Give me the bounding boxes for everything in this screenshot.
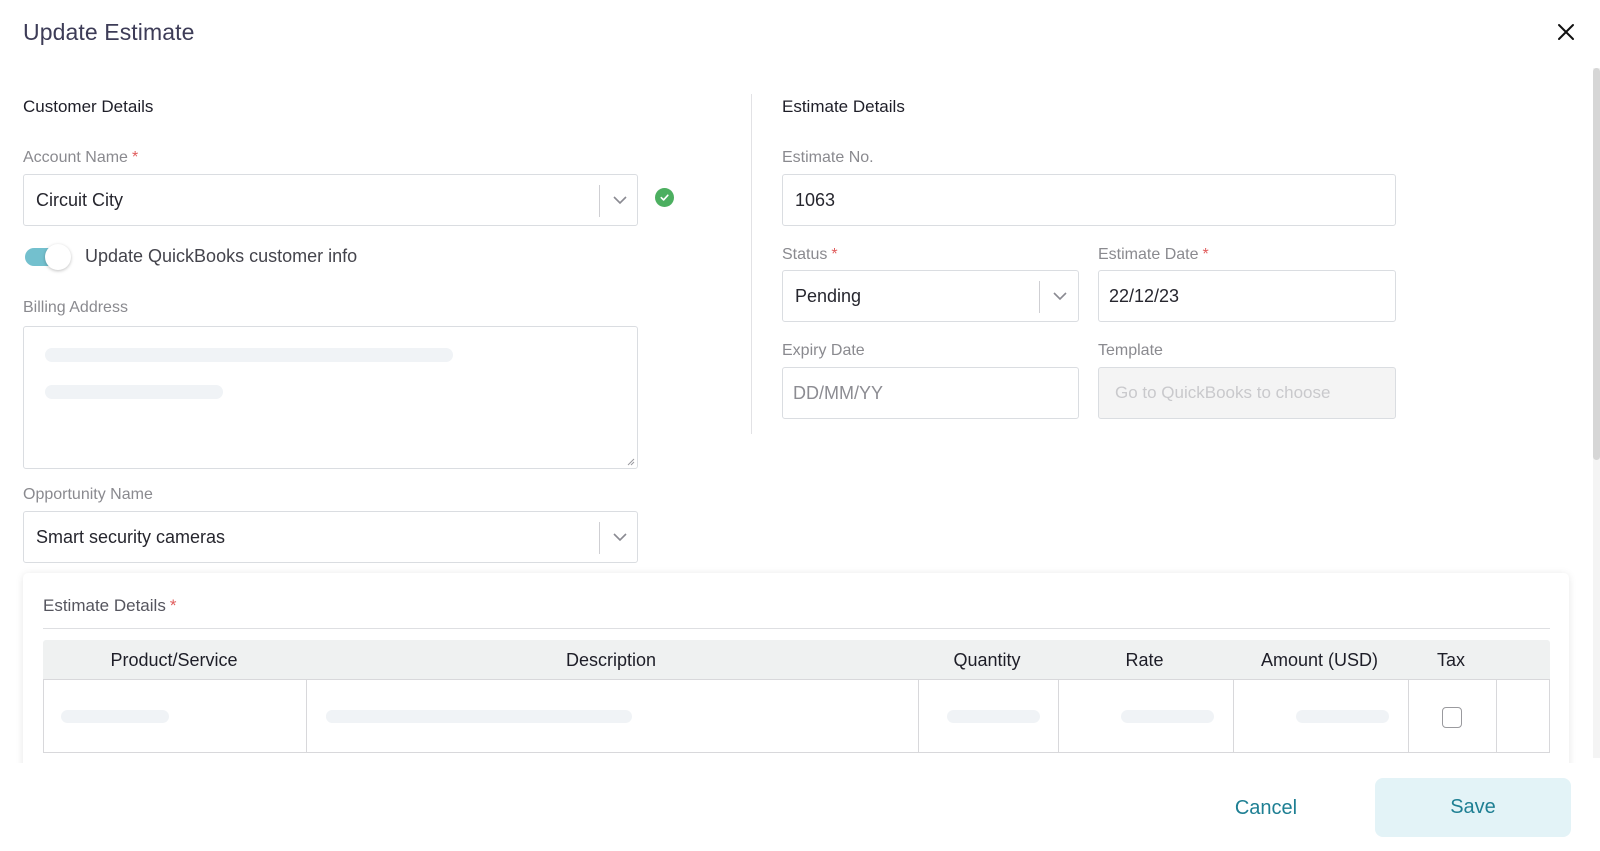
status-select[interactable]: Pending xyxy=(782,270,1079,322)
update-quickbooks-toggle[interactable] xyxy=(25,244,71,270)
close-icon xyxy=(1558,24,1574,40)
dialog-title: Update Estimate xyxy=(23,19,195,45)
tax-checkbox[interactable] xyxy=(1442,707,1462,728)
customer-details-heading: Customer Details xyxy=(23,97,154,116)
table-header: Product/Service Description Quantity Rat… xyxy=(43,640,1550,680)
expiry-date-label: Expiry Date xyxy=(782,342,865,359)
template-placeholder: Go to QuickBooks to choose xyxy=(1115,383,1331,402)
cancel-button[interactable]: Cancel xyxy=(1196,780,1336,836)
column-header-tax: Tax xyxy=(1436,650,1465,670)
save-button[interactable]: Save xyxy=(1375,778,1571,837)
required-mark: * xyxy=(131,149,139,166)
line-items-title: Estimate Details * xyxy=(43,596,177,615)
estimate-no-input[interactable]: 1063 xyxy=(782,174,1396,226)
quantity-cell-skeleton[interactable] xyxy=(947,710,1040,723)
template-input: Go to QuickBooks to choose xyxy=(1098,367,1396,419)
dialog-footer xyxy=(0,763,1592,851)
table-row xyxy=(43,680,1550,753)
account-name-select[interactable]: Circuit City xyxy=(23,174,638,226)
opportunity-name-value: Smart security cameras xyxy=(36,526,226,547)
billing-address-label: Billing Address xyxy=(23,299,128,316)
estimate-date-input[interactable]: 22/12/23 xyxy=(1098,270,1396,322)
column-header-description: Description xyxy=(565,650,657,670)
cell-divider xyxy=(306,680,307,753)
check-circle-icon xyxy=(655,188,674,207)
column-header-product: Product/Service xyxy=(110,650,238,670)
estimate-no-value: 1063 xyxy=(795,189,836,210)
update-quickbooks-label: Update QuickBooks customer info xyxy=(85,246,358,266)
estimate-date-label: Estimate Date * xyxy=(1098,246,1209,263)
loading-skeleton xyxy=(45,348,453,362)
expiry-date-placeholder: DD/MM/YY xyxy=(793,382,883,403)
rate-cell-skeleton[interactable] xyxy=(1121,710,1214,723)
estimate-details-heading: Estimate Details xyxy=(782,97,905,116)
column-header-amount: Amount (USD) xyxy=(1260,650,1379,670)
required-mark: * xyxy=(169,596,177,615)
estimate-line-items-card: Estimate Details * Product/Service Descri… xyxy=(23,573,1569,773)
opportunity-name-label: Opportunity Name xyxy=(23,486,153,503)
resize-grip-icon[interactable] xyxy=(627,458,635,466)
expiry-date-input[interactable]: DD/MM/YY xyxy=(782,367,1079,419)
required-mark: * xyxy=(831,246,838,263)
column-divider xyxy=(751,94,752,434)
chevron-down-icon[interactable] xyxy=(609,526,631,548)
required-mark: * xyxy=(1202,246,1209,263)
estimate-no-label: Estimate No. xyxy=(782,149,874,166)
opportunity-name-select[interactable]: Smart security cameras xyxy=(23,511,638,563)
account-name-label: Account Name * xyxy=(23,149,139,166)
chevron-down-icon[interactable] xyxy=(609,189,631,211)
loading-skeleton xyxy=(45,385,223,399)
toggle-knob xyxy=(45,244,71,270)
billing-address-textarea[interactable] xyxy=(23,326,638,469)
close-button[interactable] xyxy=(1556,22,1576,42)
column-header-quantity: Quantity xyxy=(953,650,1021,670)
cell-divider xyxy=(1408,680,1409,753)
cell-divider xyxy=(1058,680,1059,753)
description-cell-skeleton[interactable] xyxy=(326,710,632,723)
column-header-rate: Rate xyxy=(1125,650,1164,670)
template-label: Template xyxy=(1098,342,1163,359)
scrollbar-thumb[interactable] xyxy=(1593,68,1600,460)
select-divider xyxy=(599,185,600,217)
account-name-value: Circuit City xyxy=(36,189,124,210)
product-cell-skeleton[interactable] xyxy=(61,710,169,723)
status-label: Status * xyxy=(782,246,838,263)
chevron-down-icon[interactable] xyxy=(1049,285,1071,307)
cell-divider xyxy=(918,680,919,753)
select-divider xyxy=(599,522,600,554)
divider xyxy=(43,628,1550,629)
status-value: Pending xyxy=(795,285,862,306)
cell-divider xyxy=(1233,680,1234,753)
amount-cell-skeleton[interactable] xyxy=(1296,710,1389,723)
cell-divider xyxy=(1496,680,1497,753)
estimate-date-value: 22/12/23 xyxy=(1109,285,1180,306)
select-divider xyxy=(1039,281,1040,313)
